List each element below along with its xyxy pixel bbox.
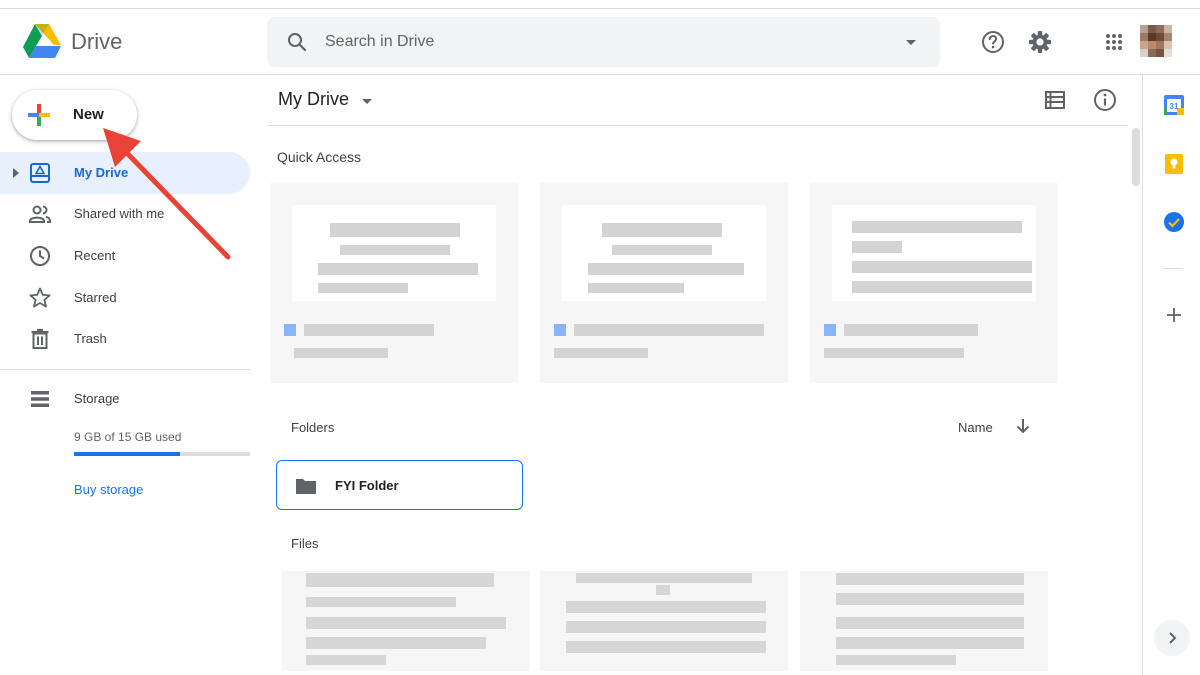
drive-logo-icon[interactable] — [22, 23, 62, 59]
add-addon-icon[interactable] — [1163, 304, 1185, 326]
file-thumbnail — [832, 205, 1036, 301]
trash-icon — [31, 329, 49, 349]
page-title[interactable]: My Drive — [278, 89, 349, 110]
storage-usage-text: 9 GB of 15 GB used — [74, 430, 182, 444]
expand-tree-icon[interactable] — [13, 168, 19, 178]
my-drive-icon — [30, 163, 50, 183]
calendar-day-number: 31 — [1170, 102, 1179, 111]
sidebar-divider — [0, 369, 250, 370]
settings-icon[interactable] — [1027, 29, 1053, 55]
new-plus-icon — [28, 104, 50, 126]
side-panel-divider — [1163, 268, 1183, 269]
recent-clock-icon — [30, 246, 50, 266]
file-card[interactable] — [800, 571, 1048, 671]
file-thumbnail — [562, 205, 766, 301]
quick-access-heading: Quick Access — [277, 149, 362, 165]
storage-icon — [31, 391, 49, 407]
toolbar-divider — [268, 125, 1128, 126]
keep-icon[interactable] — [1163, 153, 1185, 175]
sidebar-item-recent[interactable]: Recent — [0, 235, 250, 277]
folder-name: FYI Folder — [335, 478, 399, 493]
shared-with-me-icon — [29, 205, 51, 223]
file-type-icon — [554, 324, 566, 336]
main-scrollbar[interactable] — [1130, 126, 1142, 666]
search-icon[interactable] — [285, 30, 309, 54]
sidebar-item-trash[interactable]: Trash — [0, 318, 250, 360]
file-type-icon — [824, 324, 836, 336]
list-view-icon[interactable] — [1042, 87, 1068, 113]
search-input[interactable] — [325, 29, 885, 55]
quick-access-card[interactable] — [810, 183, 1058, 383]
expand-panel-icon — [1169, 632, 1177, 644]
file-type-icon — [284, 324, 296, 336]
folder-icon — [296, 479, 316, 494]
details-info-icon[interactable] — [1092, 87, 1118, 113]
calendar-icon[interactable]: 31 — [1163, 94, 1185, 116]
storage-progress-fill — [74, 452, 180, 456]
sidebar-item-storage[interactable]: Storage — [0, 378, 250, 420]
folders-heading: Folders — [291, 420, 335, 435]
buy-storage-link[interactable]: Buy storage — [74, 482, 143, 497]
new-button-label: New — [73, 106, 104, 123]
sidebar-item-label: Starred — [74, 290, 117, 305]
avatar[interactable] — [1140, 25, 1174, 59]
app-title[interactable]: Drive — [71, 29, 122, 55]
sidebar-item-label: My Drive — [74, 165, 129, 180]
files-heading: Files — [291, 536, 319, 551]
search-bar[interactable] — [267, 17, 940, 67]
sidebar-item-label: Shared with me — [74, 206, 165, 221]
expand-panel-button[interactable] — [1154, 620, 1190, 656]
side-panel: 31 — [1142, 75, 1200, 675]
sidebar-item-my-drive[interactable]: My Drive — [0, 152, 250, 194]
tasks-icon[interactable] — [1163, 211, 1185, 233]
quick-access-card[interactable] — [540, 183, 788, 383]
storage-progress-bar — [74, 452, 250, 456]
sort-by-name-button[interactable]: Name — [958, 420, 993, 435]
new-button[interactable]: New — [12, 90, 137, 140]
sidebar-item-label: Storage — [74, 391, 120, 406]
apps-grid-icon[interactable] — [1101, 29, 1127, 55]
star-icon — [29, 287, 51, 308]
sidebar-item-label: Trash — [74, 331, 107, 346]
quick-access-card[interactable] — [270, 183, 518, 383]
help-icon[interactable] — [980, 29, 1006, 55]
sidebar-item-starred[interactable]: Starred — [0, 277, 250, 319]
sidebar-item-shared-with-me[interactable]: Shared with me — [0, 193, 250, 235]
folder-item[interactable]: FYI Folder — [276, 460, 523, 510]
scrollbar-thumb[interactable] — [1132, 128, 1140, 186]
file-card[interactable] — [282, 571, 530, 671]
sidebar-item-label: Recent — [74, 248, 116, 263]
top-header: Drive — [0, 9, 1200, 75]
sort-direction-arrow-icon[interactable] — [1014, 417, 1032, 435]
file-thumbnail — [292, 205, 496, 301]
file-card[interactable] — [540, 571, 788, 671]
search-options-caret-icon[interactable] — [899, 30, 923, 54]
title-dropdown-caret-icon[interactable] — [360, 96, 374, 106]
